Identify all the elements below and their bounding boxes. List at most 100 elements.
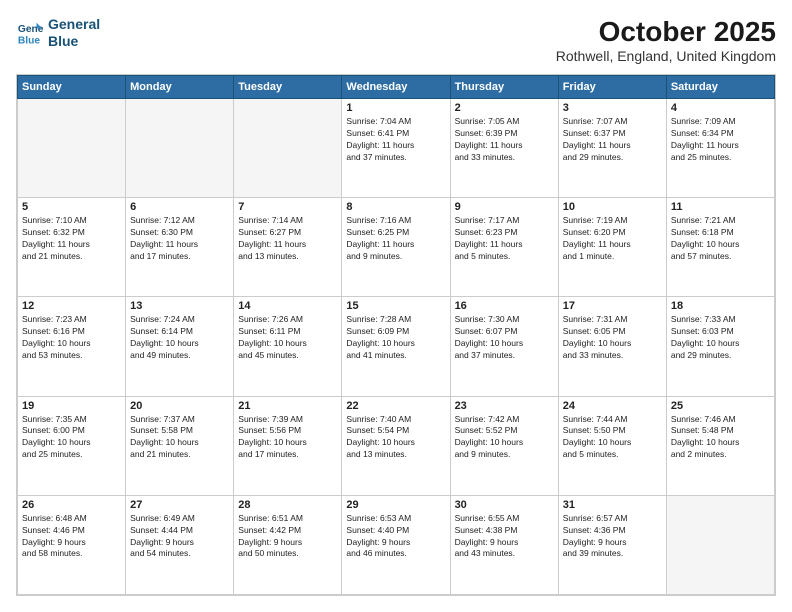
calendar-cell: 9 Sunrise: 7:17 AMSunset: 6:23 PMDaylight… bbox=[450, 198, 558, 297]
day-info: Sunrise: 7:35 AMSunset: 6:00 PMDaylight:… bbox=[22, 414, 121, 462]
calendar-cell: 13Sunrise: 7:24 AMSunset: 6:14 PMDayligh… bbox=[126, 297, 234, 396]
day-info: Sunrise: 7:17 AMSunset: 6:23 PMDaylight:… bbox=[455, 215, 554, 263]
calendar-cell: 4Sunrise: 7:09 AMSunset: 6:34 PMDaylight… bbox=[666, 99, 774, 198]
day-number: 14 bbox=[238, 300, 337, 312]
day-info: Sunrise: 7:46 AMSunset: 5:48 PMDaylight:… bbox=[671, 414, 770, 462]
day-number: 26 bbox=[22, 499, 121, 511]
day-number: 6 bbox=[130, 201, 229, 213]
calendar-cell: 20 Sunrise: 7:37 AMSunset: 5:58 PMDayligh… bbox=[126, 396, 234, 495]
calendar-cell: 19 Sunrise: 7:35 AMSunset: 6:00 PMDayligh… bbox=[18, 396, 126, 495]
day-info: Sunrise: 7:04 AMSunset: 6:41 PMDaylight:… bbox=[346, 116, 445, 164]
svg-text:General: General bbox=[18, 24, 44, 35]
calendar-cell bbox=[18, 99, 126, 198]
title-block: October 2025 Rothwell, England, United K… bbox=[556, 16, 776, 64]
col-header-monday: Monday bbox=[126, 76, 234, 99]
day-info: Sunrise: 7:26 AMSunset: 6:11 PMDaylight:… bbox=[238, 314, 337, 362]
calendar-cell: 3Sunrise: 7:07 AMSunset: 6:37 PMDaylight… bbox=[558, 99, 666, 198]
header: General Blue General Blue October 2025 R… bbox=[16, 16, 776, 64]
day-info: Sunrise: 6:48 AMSunset: 4:46 PMDaylight:… bbox=[22, 513, 121, 561]
day-info: Sunrise: 7:42 AMSunset: 5:52 PMDaylight:… bbox=[455, 414, 554, 462]
main-title: October 2025 bbox=[556, 16, 776, 48]
calendar-cell bbox=[126, 99, 234, 198]
logo-line2: Blue bbox=[48, 33, 78, 49]
day-info: Sunrise: 6:53 AMSunset: 4:40 PMDaylight:… bbox=[346, 513, 445, 561]
day-number: 11 bbox=[671, 201, 770, 213]
day-info: Sunrise: 7:40 AMSunset: 5:54 PMDaylight:… bbox=[346, 414, 445, 462]
day-number: 7 bbox=[238, 201, 337, 213]
day-number: 21 bbox=[238, 400, 337, 412]
day-number: 16 bbox=[455, 300, 554, 312]
subtitle: Rothwell, England, United Kingdom bbox=[556, 48, 776, 64]
col-header-thursday: Thursday bbox=[450, 76, 558, 99]
calendar-cell: 6Sunrise: 7:12 AMSunset: 6:30 PMDaylight… bbox=[126, 198, 234, 297]
day-number: 4 bbox=[671, 102, 770, 114]
calendar-cell bbox=[234, 99, 342, 198]
calendar-cell: 26 Sunrise: 6:48 AMSunset: 4:46 PMDayligh… bbox=[18, 495, 126, 594]
calendar-cell: 22 Sunrise: 7:40 AMSunset: 5:54 PMDayligh… bbox=[342, 396, 450, 495]
calendar-cell: 7 Sunrise: 7:14 AMSunset: 6:27 PMDaylight… bbox=[234, 198, 342, 297]
day-number: 10 bbox=[563, 201, 662, 213]
calendar-cell: 11 Sunrise: 7:21 AMSunset: 6:18 PMDayligh… bbox=[666, 198, 774, 297]
calendar-cell: 5Sunrise: 7:10 AMSunset: 6:32 PMDaylight… bbox=[18, 198, 126, 297]
day-number: 15 bbox=[346, 300, 445, 312]
day-info: Sunrise: 7:16 AMSunset: 6:25 PMDaylight:… bbox=[346, 215, 445, 263]
day-number: 25 bbox=[671, 400, 770, 412]
day-info: Sunrise: 7:21 AMSunset: 6:18 PMDaylight:… bbox=[671, 215, 770, 263]
day-info: Sunrise: 7:44 AMSunset: 5:50 PMDaylight:… bbox=[563, 414, 662, 462]
logo-text: General Blue bbox=[48, 16, 100, 50]
day-info: Sunrise: 6:55 AMSunset: 4:38 PMDaylight:… bbox=[455, 513, 554, 561]
calendar-week-row: 1 Sunrise: 7:04 AMSunset: 6:41 PMDaylight… bbox=[18, 99, 775, 198]
day-number: 24 bbox=[563, 400, 662, 412]
calendar-cell: 31Sunrise: 6:57 AMSunset: 4:36 PMDayligh… bbox=[558, 495, 666, 594]
calendar-cell: 8 Sunrise: 7:16 AMSunset: 6:25 PMDaylight… bbox=[342, 198, 450, 297]
day-number: 8 bbox=[346, 201, 445, 213]
calendar-cell: 17Sunrise: 7:31 AMSunset: 6:05 PMDayligh… bbox=[558, 297, 666, 396]
day-number: 29 bbox=[346, 499, 445, 511]
day-info: Sunrise: 7:33 AMSunset: 6:03 PMDaylight:… bbox=[671, 314, 770, 362]
day-number: 27 bbox=[130, 499, 229, 511]
calendar-week-row: 26 Sunrise: 6:48 AMSunset: 4:46 PMDayligh… bbox=[18, 495, 775, 594]
day-number: 2 bbox=[455, 102, 554, 114]
day-info: Sunrise: 7:37 AMSunset: 5:58 PMDaylight:… bbox=[130, 414, 229, 462]
day-number: 1 bbox=[346, 102, 445, 114]
day-info: Sunrise: 7:10 AMSunset: 6:32 PMDaylight:… bbox=[22, 215, 121, 263]
col-header-friday: Friday bbox=[558, 76, 666, 99]
day-number: 23 bbox=[455, 400, 554, 412]
day-info: Sunrise: 7:28 AMSunset: 6:09 PMDaylight:… bbox=[346, 314, 445, 362]
day-number: 17 bbox=[563, 300, 662, 312]
col-header-wednesday: Wednesday bbox=[342, 76, 450, 99]
logo-icon: General Blue bbox=[16, 19, 44, 47]
day-number: 22 bbox=[346, 400, 445, 412]
calendar: SundayMondayTuesdayWednesdayThursdayFrid… bbox=[16, 74, 776, 596]
calendar-cell: 24 Sunrise: 7:44 AMSunset: 5:50 PMDayligh… bbox=[558, 396, 666, 495]
calendar-cell: 23 Sunrise: 7:42 AMSunset: 5:52 PMDayligh… bbox=[450, 396, 558, 495]
day-info: Sunrise: 7:14 AMSunset: 6:27 PMDaylight:… bbox=[238, 215, 337, 263]
calendar-cell: 27Sunrise: 6:49 AMSunset: 4:44 PMDayligh… bbox=[126, 495, 234, 594]
calendar-cell: 18 Sunrise: 7:33 AMSunset: 6:03 PMDayligh… bbox=[666, 297, 774, 396]
calendar-week-row: 12Sunrise: 7:23 AMSunset: 6:16 PMDayligh… bbox=[18, 297, 775, 396]
calendar-cell bbox=[666, 495, 774, 594]
day-number: 12 bbox=[22, 300, 121, 312]
col-header-saturday: Saturday bbox=[666, 76, 774, 99]
day-number: 18 bbox=[671, 300, 770, 312]
day-info: Sunrise: 7:05 AMSunset: 6:39 PMDaylight:… bbox=[455, 116, 554, 164]
day-number: 28 bbox=[238, 499, 337, 511]
calendar-cell: 14 Sunrise: 7:26 AMSunset: 6:11 PMDayligh… bbox=[234, 297, 342, 396]
calendar-cell: 1 Sunrise: 7:04 AMSunset: 6:41 PMDaylight… bbox=[342, 99, 450, 198]
calendar-cell: 12Sunrise: 7:23 AMSunset: 6:16 PMDayligh… bbox=[18, 297, 126, 396]
calendar-cell: 28 Sunrise: 6:51 AMSunset: 4:42 PMDayligh… bbox=[234, 495, 342, 594]
day-number: 13 bbox=[130, 300, 229, 312]
calendar-cell: 15 Sunrise: 7:28 AMSunset: 6:09 PMDayligh… bbox=[342, 297, 450, 396]
calendar-cell: 16Sunrise: 7:30 AMSunset: 6:07 PMDayligh… bbox=[450, 297, 558, 396]
day-number: 9 bbox=[455, 201, 554, 213]
day-number: 30 bbox=[455, 499, 554, 511]
logo: General Blue General Blue bbox=[16, 16, 100, 50]
day-number: 19 bbox=[22, 400, 121, 412]
calendar-cell: 2 Sunrise: 7:05 AMSunset: 6:39 PMDaylight… bbox=[450, 99, 558, 198]
svg-text:Blue: Blue bbox=[18, 35, 41, 46]
day-info: Sunrise: 6:57 AMSunset: 4:36 PMDaylight:… bbox=[563, 513, 662, 561]
logo-line1: General bbox=[48, 16, 100, 32]
day-info: Sunrise: 6:51 AMSunset: 4:42 PMDaylight:… bbox=[238, 513, 337, 561]
day-number: 20 bbox=[130, 400, 229, 412]
calendar-week-row: 19 Sunrise: 7:35 AMSunset: 6:00 PMDayligh… bbox=[18, 396, 775, 495]
